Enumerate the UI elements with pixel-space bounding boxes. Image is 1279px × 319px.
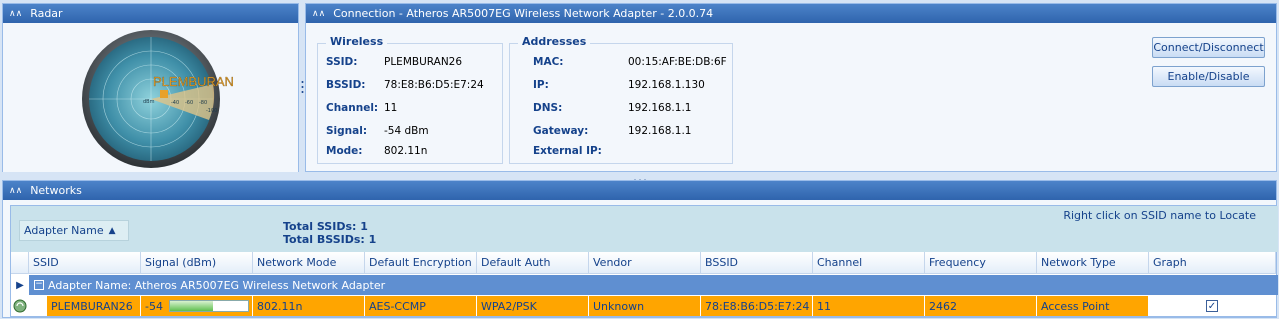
locate-hint: Right click on SSID name to Locate — [1063, 209, 1256, 222]
column-header-channel[interactable]: Channel — [813, 252, 925, 274]
signal-label: Signal: — [326, 125, 368, 137]
connect-disconnect-button[interactable]: Connect/Disconnect — [1152, 37, 1265, 58]
network-type-icon — [12, 297, 28, 315]
ssid-label: SSID: — [326, 56, 358, 68]
cell-graph: ✓ — [1149, 296, 1276, 316]
column-header-graph[interactable]: Graph — [1149, 252, 1276, 274]
channel-value: 11 — [384, 102, 398, 114]
total-ssids: Total SSIDs: 1 — [283, 220, 368, 233]
bssid-value: 78:E8:B6:D5:E7:24 — [384, 79, 484, 91]
radar-ring-label-60: -60 — [185, 100, 193, 106]
column-header-default-encryption[interactable]: Default Encryption — [365, 252, 477, 274]
collapse-icon[interactable]: ∧∧ — [312, 9, 325, 19]
column-header-frequency[interactable]: Frequency — [925, 252, 1037, 274]
collapse-icon[interactable]: ∧∧ — [9, 186, 22, 196]
group-by-chip-adapter-name[interactable]: Adapter Name ▲ — [19, 220, 129, 241]
channel-label: Channel: — [326, 102, 379, 114]
radar-panel-header[interactable]: ∧∧ Radar — [3, 4, 298, 23]
wireless-group: Wireless SSID: PLEMBURAN26 BSSID: 78:E8:B6… — [317, 35, 503, 164]
connection-panel: ∧∧ Connection - Atheros AR5007EG Wireles… — [305, 3, 1277, 172]
mode-label: Mode: — [326, 145, 363, 157]
gateway-label: Gateway: — [533, 125, 589, 137]
column-header-default-auth[interactable]: Default Auth — [477, 252, 589, 274]
group-chip-label: Adapter Name — [24, 224, 104, 237]
cell-ssid[interactable]: PLEMBURAN26 — [47, 296, 141, 316]
cell-signal-value: -54 — [145, 299, 163, 313]
column-header-ssid[interactable]: SSID — [29, 252, 141, 274]
radar-ring-label-40: -40 — [171, 100, 179, 106]
row-indicator-header — [11, 252, 29, 274]
cell-default-encryption: AES-CCMP — [365, 296, 477, 316]
mode-value: 802.11n — [384, 145, 428, 157]
radar-ring-label-dbm: dBm — [143, 99, 155, 105]
radar-display: PLEMBURAN dBm -40 -60 -80 -100 — [82, 30, 234, 168]
mac-label: MAC: — [533, 56, 564, 68]
column-header-network-mode[interactable]: Network Mode — [253, 252, 365, 274]
cell-network-type: Access Point — [1037, 296, 1149, 316]
cell-network-mode: 802.11n — [253, 296, 365, 316]
addresses-group: Addresses MAC: 00:15:AF:BE:DB:6F IP: 192.1… — [509, 35, 733, 164]
collapse-icon[interactable]: ∧∧ — [9, 9, 22, 19]
external-ip-label: External IP: — [533, 145, 602, 157]
signal-strength-bar — [168, 300, 249, 312]
radar-title: Radar — [30, 7, 63, 20]
networks-grid: Adapter Name ▲ Total SSIDs: 1 Total BSSI… — [10, 205, 1278, 317]
sort-ascending-icon: ▲ — [108, 225, 116, 236]
cell-signal: -54 — [141, 296, 253, 316]
horizontal-splitter[interactable] — [2, 173, 1277, 182]
group-by-panel: Adapter Name ▲ Total SSIDs: 1 Total BSSI… — [11, 206, 1278, 252]
ip-value: 192.168.1.130 — [628, 79, 705, 91]
cell-frequency: 2462 — [925, 296, 1037, 316]
signal-strength-fill — [169, 301, 213, 311]
column-header-network-type[interactable]: Network Type — [1037, 252, 1149, 274]
connection-panel-header[interactable]: ∧∧ Connection - Atheros AR5007EG Wireles… — [306, 4, 1276, 23]
group-row-label: Adapter Name: Atheros AR5007EG Wireless … — [48, 278, 386, 292]
wireless-group-title: Wireless — [326, 35, 388, 48]
row-left-spacer — [29, 296, 47, 316]
signal-value: -54 dBm — [384, 125, 429, 137]
ip-label: IP: — [533, 79, 549, 91]
column-header-bssid[interactable]: BSSID — [701, 252, 813, 274]
cell-default-auth: WPA2/PSK — [477, 296, 589, 316]
cell-bssid: 78:E8:B6:D5:E7:24 — [701, 296, 813, 316]
radar-ring-label-100: -100 — [206, 108, 217, 114]
cell-vendor: Unknown — [589, 296, 701, 316]
group-collapse-icon[interactable]: − — [34, 280, 44, 290]
networks-panel-header[interactable]: ∧∧ Networks — [3, 181, 1276, 200]
ssid-value: PLEMBURAN26 — [384, 56, 463, 68]
gateway-value: 192.168.1.1 — [628, 125, 692, 137]
graph-checkbox[interactable]: ✓ — [1206, 300, 1218, 312]
radar-panel: ∧∧ Radar PLEMBURAN dBm -40 -60 -80 -100 — [2, 3, 299, 172]
mac-value: 00:15:AF:BE:DB:6F — [628, 56, 727, 68]
dns-label: DNS: — [533, 102, 563, 114]
dns-value: 192.168.1.1 — [628, 102, 692, 114]
radar-ring-label-80: -80 — [199, 100, 207, 106]
column-header-signal[interactable]: Signal (dBm) — [141, 252, 253, 274]
adapter-group-row[interactable]: − Adapter Name: Atheros AR5007EG Wireles… — [29, 275, 1278, 295]
enable-disable-button[interactable]: Enable/Disable — [1152, 66, 1265, 87]
radar-network-marker — [160, 90, 168, 98]
bssid-label: BSSID: — [326, 79, 366, 91]
total-bssids: Total BSSIDs: 1 — [283, 233, 377, 246]
networks-title: Networks — [30, 184, 82, 197]
column-header-vendor[interactable]: Vendor — [589, 252, 701, 274]
connection-title: Connection - Atheros AR5007EG Wireless N… — [333, 7, 714, 20]
radar-area: PLEMBURAN dBm -40 -60 -80 -100 — [3, 24, 298, 172]
row-arrow-icon: ▶ — [11, 275, 29, 295]
radar-ssid-label: PLEMBURAN — [153, 74, 234, 89]
cell-channel: 11 — [813, 296, 925, 316]
addresses-group-title: Addresses — [518, 35, 591, 48]
